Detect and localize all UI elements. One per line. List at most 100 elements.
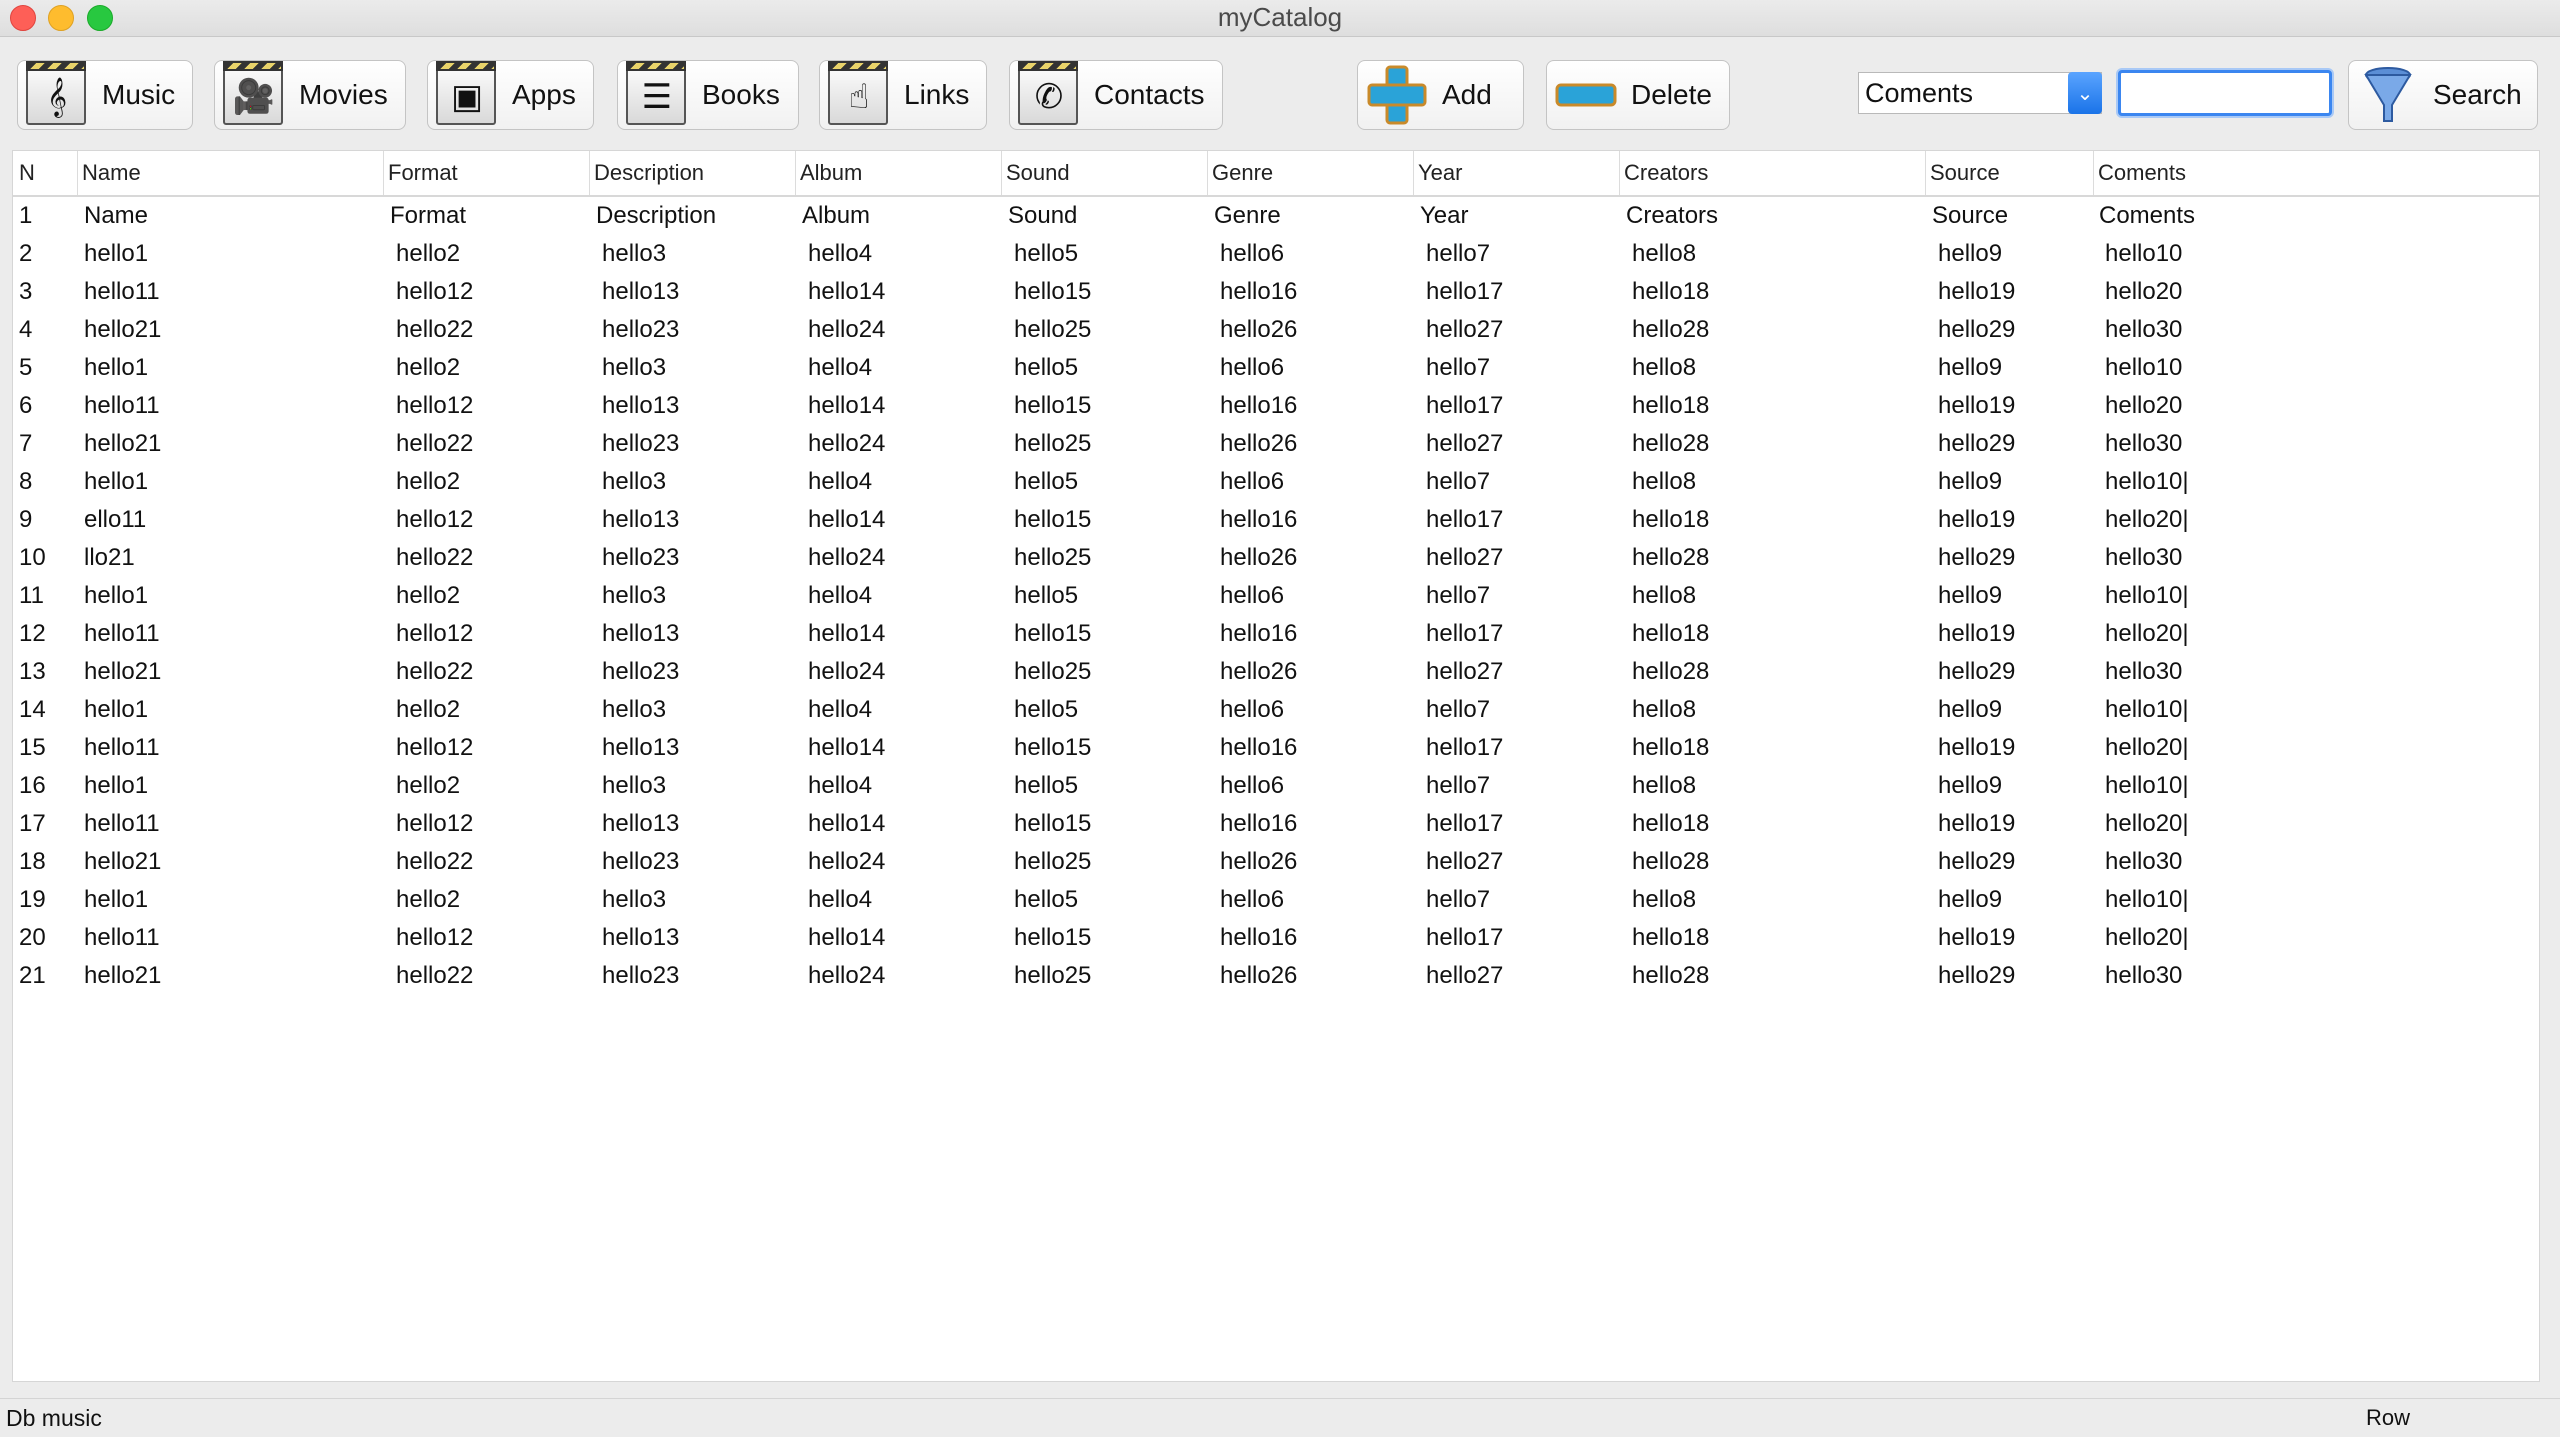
cell-sound[interactable]: hello25	[1014, 843, 1091, 881]
cell-album[interactable]: hello24	[808, 311, 885, 349]
cell-album[interactable]: hello4	[808, 235, 872, 273]
cell-album[interactable]: Album	[802, 197, 870, 235]
cell-year[interactable]: hello27	[1426, 425, 1503, 463]
cell-genre[interactable]: hello26	[1220, 311, 1297, 349]
cell-genre[interactable]: hello26	[1220, 425, 1297, 463]
cell-description[interactable]: hello13	[602, 805, 679, 843]
cell-sound[interactable]: hello15	[1014, 273, 1091, 311]
cell-album[interactable]: hello24	[808, 425, 885, 463]
column-header-source[interactable]: Source	[1925, 151, 2093, 195]
cell-name[interactable]: ello11	[84, 501, 146, 539]
cell-year[interactable]: hello27	[1426, 843, 1503, 881]
cell-genre[interactable]: hello6	[1220, 349, 1284, 387]
cell-genre[interactable]: hello26	[1220, 653, 1297, 691]
cell-format[interactable]: hello22	[396, 425, 473, 463]
cell-genre[interactable]: hello16	[1220, 615, 1297, 653]
cell-coments[interactable]: hello10	[2105, 235, 2182, 273]
table-row[interactable]: 7 hello21 hello22 hello23 hello24 hello25 hell…	[13, 425, 2539, 463]
cell-creators[interactable]: hello8	[1632, 881, 1696, 919]
cell-genre[interactable]: hello6	[1220, 767, 1284, 805]
search-input[interactable]	[2121, 73, 2329, 113]
cell-format[interactable]: hello2	[396, 881, 460, 919]
cell-n[interactable]: 20	[19, 919, 46, 957]
cell-year[interactable]: hello17	[1426, 615, 1503, 653]
cell-creators[interactable]: hello18	[1632, 919, 1709, 957]
cell-n[interactable]: 7	[19, 425, 32, 463]
cell-album[interactable]: hello24	[808, 957, 885, 995]
cell-year[interactable]: hello7	[1426, 235, 1490, 273]
cell-coments[interactable]: hello30	[2105, 843, 2182, 881]
table-row[interactable]: 5 hello1 hello2 hello3 hello4 hello5 hello6 hel…	[13, 349, 2539, 387]
cell-source[interactable]: hello29	[1938, 311, 2015, 349]
cell-name[interactable]: hello1	[84, 691, 148, 729]
cell-coments[interactable]: hello30	[2105, 539, 2182, 577]
cell-sound[interactable]: hello25	[1014, 425, 1091, 463]
cell-source[interactable]: hello19	[1938, 273, 2015, 311]
cell-format[interactable]: hello12	[396, 273, 473, 311]
cell-coments[interactable]: hello10|	[2105, 463, 2189, 501]
cell-name[interactable]: hello1	[84, 767, 148, 805]
cell-creators[interactable]: Creators	[1626, 197, 1718, 235]
table-row[interactable]: 17 hello11 hello12 hello13 hello14 hello15 hel…	[13, 805, 2539, 843]
cell-description[interactable]: hello23	[602, 653, 679, 691]
cell-source[interactable]: hello29	[1938, 425, 2015, 463]
column-header-creators[interactable]: Creators	[1619, 151, 1925, 195]
cell-description[interactable]: hello3	[602, 349, 666, 387]
cell-sound[interactable]: hello25	[1014, 311, 1091, 349]
cell-name[interactable]: hello21	[84, 425, 161, 463]
cell-creators[interactable]: hello28	[1632, 843, 1709, 881]
cell-creators[interactable]: hello18	[1632, 501, 1709, 539]
cell-format[interactable]: hello12	[396, 919, 473, 957]
table-row[interactable]: 10 llo21 hello22 hello23 hello24 hello25 hello…	[13, 539, 2539, 577]
cell-description[interactable]: hello13	[602, 501, 679, 539]
cell-format[interactable]: hello2	[396, 463, 460, 501]
cell-source[interactable]: hello29	[1938, 843, 2015, 881]
links-button[interactable]: ☝ Links	[819, 60, 987, 130]
table-row[interactable]: 9 ello11 hello12 hello13 hello14 hello15 hello…	[13, 501, 2539, 539]
cell-format[interactable]: hello12	[396, 615, 473, 653]
cell-format[interactable]: hello22	[396, 311, 473, 349]
cell-description[interactable]: hello13	[602, 919, 679, 957]
cell-creators[interactable]: hello28	[1632, 311, 1709, 349]
cell-year[interactable]: Year	[1420, 197, 1469, 235]
cell-source[interactable]: hello19	[1938, 615, 2015, 653]
cell-creators[interactable]: hello8	[1632, 235, 1696, 273]
cell-album[interactable]: hello14	[808, 387, 885, 425]
cell-genre[interactable]: hello6	[1220, 577, 1284, 615]
cell-format[interactable]: hello12	[396, 729, 473, 767]
cell-format[interactable]: hello22	[396, 653, 473, 691]
cell-name[interactable]: hello11	[84, 729, 160, 767]
cell-sound[interactable]: hello5	[1014, 463, 1078, 501]
cell-format[interactable]: hello2	[396, 235, 460, 273]
cell-source[interactable]: hello9	[1938, 767, 2002, 805]
cell-n[interactable]: 4	[19, 311, 32, 349]
cell-n[interactable]: 15	[19, 729, 46, 767]
cell-n[interactable]: 19	[19, 881, 46, 919]
cell-coments[interactable]: hello10|	[2105, 691, 2189, 729]
cell-format[interactable]: hello2	[396, 767, 460, 805]
cell-coments[interactable]: hello20	[2105, 387, 2182, 425]
cell-sound[interactable]: hello5	[1014, 881, 1078, 919]
cell-name[interactable]: hello1	[84, 349, 148, 387]
cell-creators[interactable]: hello8	[1632, 349, 1696, 387]
cell-source[interactable]: hello9	[1938, 349, 2002, 387]
cell-sound[interactable]: hello5	[1014, 349, 1078, 387]
cell-source[interactable]: Source	[1932, 197, 2008, 235]
cell-genre[interactable]: hello6	[1220, 691, 1284, 729]
cell-coments[interactable]: Coments	[2099, 197, 2195, 235]
cell-genre[interactable]: hello16	[1220, 805, 1297, 843]
cell-source[interactable]: hello9	[1938, 881, 2002, 919]
table-row[interactable]: 3 hello11 hello12 hello13 hello14 hello15 hell…	[13, 273, 2539, 311]
cell-year[interactable]: hello7	[1426, 577, 1490, 615]
cell-description[interactable]: hello3	[602, 577, 666, 615]
cell-album[interactable]: hello14	[808, 729, 885, 767]
column-header-coments[interactable]: Coments	[2093, 151, 2539, 195]
cell-source[interactable]: hello19	[1938, 729, 2015, 767]
cell-n[interactable]: 14	[19, 691, 46, 729]
cell-coments[interactable]: hello20|	[2105, 501, 2189, 539]
cell-album[interactable]: hello24	[808, 539, 885, 577]
cell-creators[interactable]: hello18	[1632, 729, 1709, 767]
cell-description[interactable]: hello23	[602, 957, 679, 995]
cell-source[interactable]: hello9	[1938, 691, 2002, 729]
cell-creators[interactable]: hello18	[1632, 805, 1709, 843]
